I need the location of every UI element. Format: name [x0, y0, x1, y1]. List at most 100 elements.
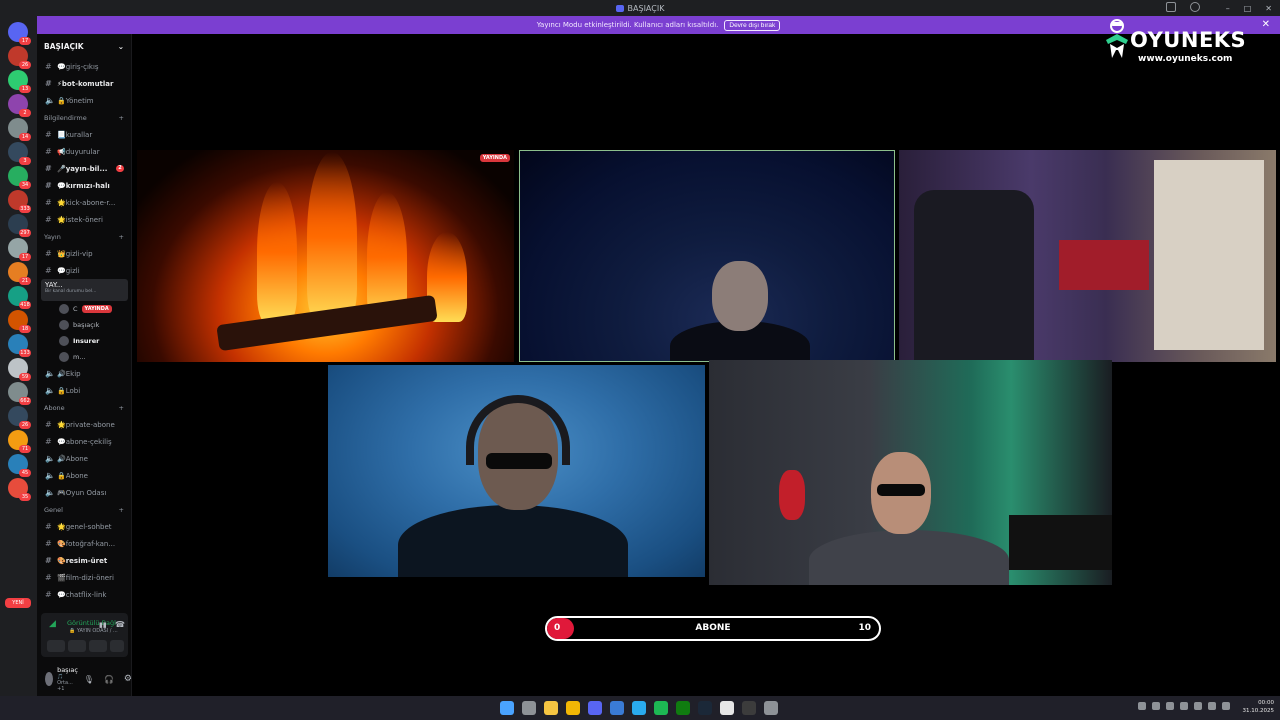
- server-icon[interactable]: 3: [8, 142, 31, 165]
- voice-channel[interactable]: 🔈 🔊 Ekip: [37, 365, 132, 382]
- server-icon[interactable]: 59: [8, 358, 31, 381]
- headphones-icon[interactable]: 🎧: [104, 675, 114, 684]
- text-channel[interactable]: # 🎤 yayın-bil... 2: [37, 160, 132, 177]
- server-header[interactable]: BAŞIAÇIK ⌄: [37, 34, 131, 58]
- help-icon[interactable]: [1190, 2, 1200, 12]
- text-channel[interactable]: # 💬 giriş-çıkış: [37, 58, 132, 75]
- telegram-icon[interactable]: [632, 701, 646, 715]
- maximize-button[interactable]: □: [1244, 4, 1252, 13]
- spotify-icon[interactable]: [654, 701, 668, 715]
- text-channel[interactable]: # 💬 kırmızı-halı: [37, 177, 132, 194]
- voice-participant[interactable]: Insurer: [37, 333, 132, 349]
- camera-button[interactable]: [47, 640, 65, 652]
- text-channel[interactable]: # 📢 duyurular: [37, 143, 132, 160]
- tray-app-icon[interactable]: [1180, 702, 1188, 710]
- disconnect-icon[interactable]: ☎: [115, 620, 125, 629]
- voice-channel[interactable]: 🔈 🎮 Oyun Odası: [37, 484, 132, 501]
- screen-share-button[interactable]: [68, 640, 86, 652]
- server-icon[interactable]: 333: [8, 190, 31, 213]
- text-channel[interactable]: # 🎨 fotoğraf-kan...: [37, 535, 132, 552]
- discord-icon[interactable]: [588, 701, 602, 715]
- steam-icon[interactable]: [698, 701, 712, 715]
- video-tile-room[interactable]: [899, 150, 1276, 362]
- new-servers-tag[interactable]: YENİ: [5, 598, 31, 608]
- category-header[interactable]: Yayın +: [37, 228, 132, 245]
- tray-app-icon[interactable]: [1166, 702, 1174, 710]
- text-channel[interactable]: # 💬 abone-çekiliş: [37, 433, 132, 450]
- text-channel[interactable]: # ⚡ bot-komutlar: [37, 75, 132, 92]
- server-icon[interactable]: 35: [8, 478, 31, 501]
- voice-channel[interactable]: 🔈 🔒 Yönetim: [37, 92, 132, 109]
- xbox-icon[interactable]: [676, 701, 690, 715]
- disable-streamer-mode-button[interactable]: Devre dışı bırak: [724, 19, 781, 31]
- add-channel-icon[interactable]: +: [119, 506, 124, 514]
- text-channel[interactable]: # 🌟 kick-abone-r...: [37, 194, 132, 211]
- text-channel[interactable]: # 🌟 genel-sohbet: [37, 518, 132, 535]
- microphone-icon[interactable]: 🎙: [84, 675, 94, 684]
- inbox-icon[interactable]: [1166, 2, 1176, 12]
- add-channel-icon[interactable]: +: [119, 114, 124, 122]
- tray-app-icon[interactable]: [1194, 702, 1202, 710]
- activities-button[interactable]: [89, 640, 107, 652]
- obs-icon[interactable]: [742, 701, 756, 715]
- server-icon[interactable]: 297: [8, 214, 31, 237]
- text-channel[interactable]: # 🎨 resim-üret: [37, 552, 132, 569]
- add-channel-icon[interactable]: +: [119, 233, 124, 241]
- server-icon[interactable]: 34: [8, 166, 31, 189]
- windows-start-icon[interactable]: [500, 701, 514, 715]
- voice-participant[interactable]: C YAYINDA: [37, 301, 132, 317]
- server-icon[interactable]: 26: [8, 46, 31, 69]
- taskbar-clock[interactable]: 00:00 31.10.2025: [1243, 699, 1275, 715]
- file-explorer-icon[interactable]: [544, 701, 558, 715]
- server-icon[interactable]: 71: [8, 430, 31, 453]
- server-icon[interactable]: 18: [8, 310, 31, 333]
- server-icon[interactable]: 21: [8, 262, 31, 285]
- text-channel[interactable]: # 📃 kurallar: [37, 126, 132, 143]
- text-channel[interactable]: # 💬 gizli: [37, 262, 132, 279]
- settings-icon[interactable]: [764, 701, 778, 715]
- voice-channel[interactable]: 🔈 🔊 Abone: [37, 450, 132, 467]
- category-header[interactable]: Bilgilendirme +: [37, 109, 132, 126]
- server-icon[interactable]: 45: [8, 454, 31, 477]
- video-tile-studio[interactable]: [709, 360, 1112, 585]
- server-icon[interactable]: 26: [8, 406, 31, 429]
- tray-app-icon[interactable]: [1152, 702, 1160, 710]
- gear-icon[interactable]: ⚙: [124, 674, 132, 684]
- category-header[interactable]: Abone +: [37, 399, 132, 416]
- add-channel-icon[interactable]: +: [119, 404, 124, 412]
- voice-participant[interactable]: başıaçık: [37, 317, 132, 333]
- wifi-icon[interactable]: [1208, 702, 1216, 710]
- server-icon[interactable]: 133: [8, 334, 31, 357]
- search-icon[interactable]: [522, 701, 536, 715]
- server-icon[interactable]: 17: [8, 22, 31, 45]
- server-icon[interactable]: 17: [8, 238, 31, 261]
- volume-icon[interactable]: [1222, 702, 1230, 710]
- voice-channel-name[interactable]: 🔒 YAYIN ODASI / ...: [69, 628, 118, 634]
- server-icon[interactable]: 14: [8, 118, 31, 141]
- text-channel[interactable]: # 💬 chatflix-link: [37, 586, 132, 603]
- active-voice-channel[interactable]: YAY... Bir kanal durumu bel...: [41, 279, 128, 301]
- avatar[interactable]: [45, 672, 54, 686]
- tray-chevron-icon[interactable]: [1138, 702, 1146, 710]
- text-channel[interactable]: # 🌟 private-abone: [37, 416, 132, 433]
- text-channel[interactable]: # 🌟 istek-öneri: [37, 211, 132, 228]
- stream-tile-fireplace[interactable]: YAYINDA: [137, 150, 514, 362]
- category-header[interactable]: Genel +: [37, 501, 132, 518]
- chrome-icon[interactable]: [566, 701, 580, 715]
- minimize-button[interactable]: –: [1226, 4, 1230, 13]
- notion-icon[interactable]: [720, 701, 734, 715]
- app-grid-icon[interactable]: [610, 701, 624, 715]
- text-channel[interactable]: # 🎬 film-dizi-öneri: [37, 569, 132, 586]
- server-icon[interactable]: 2: [8, 94, 31, 117]
- noise-suppression-icon[interactable]: ▮▮: [99, 621, 107, 629]
- server-icon[interactable]: 662: [8, 382, 31, 405]
- video-tile-speaking[interactable]: [519, 150, 895, 362]
- soundboard-button[interactable]: [110, 640, 124, 652]
- text-channel[interactable]: # 👑 gizli-vip: [37, 245, 132, 262]
- server-icon[interactable]: 13: [8, 70, 31, 93]
- voice-channel[interactable]: 🔈 🔒 Abone: [37, 467, 132, 484]
- server-icon[interactable]: 418: [8, 286, 31, 309]
- voice-participant[interactable]: m...: [37, 349, 132, 365]
- voice-channel[interactable]: 🔈 🔒 Lobi: [37, 382, 132, 399]
- close-window-button[interactable]: ✕: [1265, 4, 1272, 13]
